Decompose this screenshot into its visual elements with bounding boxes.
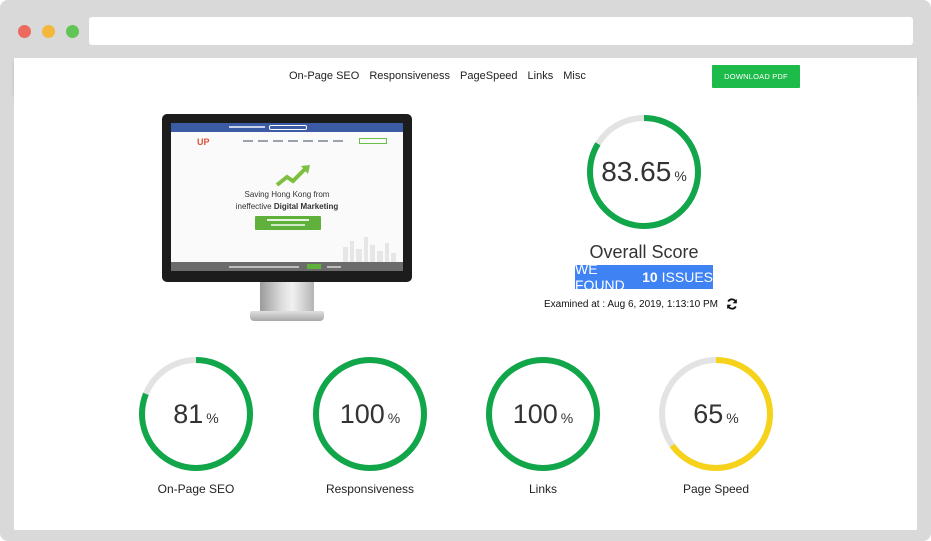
onpage-seo-percent: % <box>206 410 219 426</box>
monitor-stand <box>260 282 314 314</box>
page-speed-number: 65 <box>693 398 724 429</box>
preview-headline: Saving Hong Kong from ineffective Digita… <box>171 189 403 213</box>
close-window-icon[interactable] <box>18 25 31 38</box>
responsiveness-percent: % <box>387 410 401 426</box>
preview-menu-button <box>359 138 387 144</box>
nav-link-onpage-seo[interactable]: On-Page SEO <box>289 70 359 82</box>
issues-suffix: ISSUES <box>661 269 713 285</box>
preview-headline-bold: Digital Marketing <box>273 202 339 211</box>
refresh-icon[interactable] <box>726 298 738 310</box>
preview-cookie-bar <box>171 262 403 271</box>
growth-arrow-icon <box>275 165 310 187</box>
issues-found-badge[interactable]: WE FOUND 10 ISSUES <box>575 261 713 293</box>
links-number: 100 <box>512 398 558 429</box>
gauge-links[interactable]: 100% Links <box>473 355 613 500</box>
download-pdf-button[interactable]: DOWNLOAD PDF <box>712 65 800 88</box>
preview-headline-prefix: ineffective <box>235 202 272 211</box>
site-preview-screenshot: UP Saving Hong Kong from ineffective Dig… <box>171 123 403 271</box>
links-percent: % <box>560 410 574 426</box>
nav-link-misc[interactable]: Misc <box>563 70 586 82</box>
page-speed-percent: % <box>726 410 739 426</box>
preview-logo: UP <box>197 137 210 147</box>
minimize-window-icon[interactable] <box>42 25 55 38</box>
responsiveness-label: Responsiveness <box>325 482 415 496</box>
monitor-base <box>250 311 324 321</box>
issues-prefix: WE FOUND <box>575 261 625 293</box>
preview-headline-line2: ineffective Digital Marketing <box>171 201 403 213</box>
gauge-onpage-seo[interactable]: 81% On-Page SEO <box>126 355 266 500</box>
preview-cta-button <box>255 216 321 230</box>
preview-top-bar <box>171 123 403 132</box>
overall-score-value: 83.65% <box>585 113 703 231</box>
responsiveness-value: 100% <box>311 355 429 473</box>
page-viewport: On-Page SEO Responsiveness PageSpeed Lin… <box>14 58 917 530</box>
gauge-page-speed[interactable]: 65% Page Speed <box>646 355 786 500</box>
top-navbar: On-Page SEO Responsiveness PageSpeed Lin… <box>14 58 917 95</box>
nav-link-links[interactable]: Links <box>528 70 554 82</box>
page-speed-label: Page Speed <box>682 482 750 496</box>
overall-score-percent: % <box>674 168 687 184</box>
maximize-window-icon[interactable] <box>66 25 79 38</box>
onpage-seo-label: On-Page SEO <box>157 482 235 496</box>
skyline-illustration <box>343 237 396 263</box>
nav-links: On-Page SEO Responsiveness PageSpeed Lin… <box>289 70 586 82</box>
examined-at: Examined at : Aug 6, 2019, 1:13:10 PM <box>544 298 764 310</box>
links-label: Links <box>528 482 557 496</box>
issues-count: 10 <box>642 269 658 285</box>
overall-score-label: Overall Score <box>589 242 699 262</box>
nav-link-responsiveness[interactable]: Responsiveness <box>369 70 450 82</box>
report-content: UP Saving Hong Kong from ineffective Dig… <box>14 95 917 530</box>
onpage-seo-number: 81 <box>173 398 204 429</box>
onpage-seo-value: 81% <box>137 355 255 473</box>
browser-window: On-Page SEO Responsiveness PageSpeed Lin… <box>0 0 931 541</box>
site-preview-monitor: UP Saving Hong Kong from ineffective Dig… <box>162 114 412 324</box>
address-bar[interactable] <box>89 17 913 45</box>
nav-link-pagespeed[interactable]: PageSpeed <box>460 70 518 82</box>
responsiveness-number: 100 <box>339 398 385 429</box>
examined-timestamp: Examined at : Aug 6, 2019, 1:13:10 PM <box>544 298 719 310</box>
monitor-bezel: UP Saving Hong Kong from ineffective Dig… <box>162 114 412 282</box>
links-value: 100% <box>484 355 602 473</box>
overall-score-number: 83.65 <box>601 156 672 187</box>
preview-menu <box>243 140 343 142</box>
page-speed-value: 65% <box>657 355 775 473</box>
gauge-responsiveness[interactable]: 100% Responsiveness <box>300 355 440 500</box>
preview-headline-line1: Saving Hong Kong from <box>244 190 330 199</box>
